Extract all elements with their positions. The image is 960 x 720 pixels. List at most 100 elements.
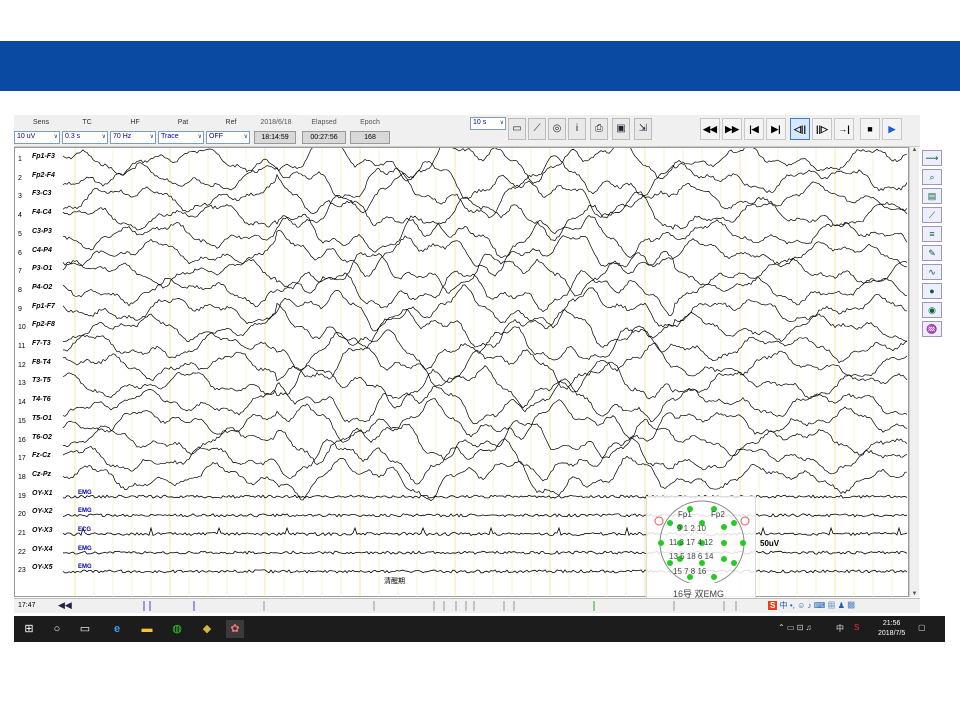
- chart-tool-icon[interactable]: ∿: [922, 264, 942, 280]
- channel-name[interactable]: T6-O2: [32, 434, 52, 441]
- electrode-dot: [721, 524, 727, 530]
- channel-name[interactable]: T4-T6: [32, 396, 51, 403]
- step-forward-button[interactable]: ||▷: [812, 118, 832, 140]
- channel-name[interactable]: Fp2-F8: [32, 321, 55, 328]
- electrode-dot: [721, 556, 727, 562]
- epoch-label: Epoch: [360, 119, 380, 126]
- channel-name[interactable]: F8-T4: [32, 359, 51, 366]
- channel-name[interactable]: Fp2-F4: [32, 172, 55, 179]
- zoom-tool-icon[interactable]: ⌕: [922, 169, 942, 185]
- tray-icons[interactable]: ⌃ ▭ ⊡ ♫: [778, 623, 812, 632]
- eeg-waveform-area[interactable]: [14, 138, 909, 598]
- montage-on-icon[interactable]: ⟋: [528, 118, 546, 140]
- go-start-button[interactable]: |◀: [744, 118, 764, 140]
- mapping-tool-icon[interactable]: ♒: [922, 321, 942, 337]
- ime-skin-icon[interactable]: ▦: [828, 601, 836, 610]
- timeline-rewind-icon[interactable]: ◀◀: [58, 600, 72, 611]
- ime-emoji-icon[interactable]: ☺: [797, 601, 805, 610]
- channel-number: 18: [18, 473, 26, 481]
- notes-tool-icon[interactable]: ✎: [922, 245, 942, 261]
- export-icon[interactable]: ⇲: [634, 118, 652, 140]
- channel-name[interactable]: F4-C4: [32, 209, 51, 216]
- pat-select[interactable]: Trace ∨: [158, 131, 204, 144]
- channel-name[interactable]: OY-X4: [32, 546, 53, 553]
- eeg-trace: [62, 155, 908, 199]
- timeline-markers: [143, 601, 737, 611]
- hf-select[interactable]: 70 Hz ∨: [110, 131, 156, 144]
- wechat-icon[interactable]: ◍: [168, 620, 186, 638]
- channel-name[interactable]: P4-O2: [32, 284, 52, 291]
- cortana-icon[interactable]: ○: [48, 620, 66, 638]
- tray-sogou-icon[interactable]: S: [854, 623, 859, 632]
- fast-rewind-button[interactable]: ◀◀: [700, 118, 720, 140]
- channel-number: 6: [18, 249, 22, 257]
- clock-time: 18:14:59: [254, 131, 296, 144]
- waveform-tool-icon[interactable]: ⟿: [922, 150, 942, 166]
- ime-user-icon[interactable]: ♟: [838, 601, 845, 610]
- channel-name[interactable]: F3-C3: [32, 190, 51, 197]
- channel-type-tag: EMG: [78, 564, 92, 571]
- channel-name[interactable]: T3-T5: [32, 377, 51, 384]
- ime-toolbar[interactable]: S 中 •, ☺ ♪ ⌨ ▦ ♟ ▩: [768, 600, 918, 615]
- channel-name[interactable]: F7-T3: [32, 340, 51, 347]
- ref-select[interactable]: OFF ∨: [206, 131, 250, 144]
- head-tool-icon[interactable]: ●: [922, 283, 942, 299]
- channel-number: 14: [18, 399, 26, 407]
- channel-name[interactable]: OY-X1: [32, 490, 53, 497]
- channel-name[interactable]: C4-P4: [32, 247, 52, 254]
- network-icon[interactable]: ◎: [548, 118, 566, 140]
- channel-name[interactable]: Fz-Cz: [32, 452, 51, 459]
- info-icon[interactable]: i: [568, 118, 586, 140]
- scroll-down-icon[interactable]: ▼: [910, 591, 919, 597]
- channel-name[interactable]: OY-X3: [32, 527, 53, 534]
- topomap-tool-icon[interactable]: ◉: [922, 302, 942, 318]
- stop-button[interactable]: ■: [860, 118, 880, 140]
- amplitude-scale-label: 50uV: [760, 539, 780, 548]
- photo-icon[interactable]: ▣: [612, 118, 630, 140]
- task-view-icon[interactable]: ▭: [76, 620, 94, 638]
- timebase-select[interactable]: 10 s ∨: [470, 117, 506, 130]
- step-back-button[interactable]: ◁||: [790, 118, 810, 140]
- channel-name[interactable]: T5-O1: [32, 415, 52, 422]
- windows-start-icon[interactable]: ⊞: [20, 620, 38, 638]
- save-icon[interactable]: ▭: [508, 118, 526, 140]
- spectrum-tool-icon[interactable]: ≡: [922, 226, 942, 242]
- tc-select[interactable]: 0.3 s ∨: [62, 131, 108, 144]
- channel-name[interactable]: OY-X2: [32, 508, 53, 515]
- channel-name[interactable]: Cz-Pz: [32, 471, 51, 478]
- play-button[interactable]: ▶: [882, 118, 902, 140]
- ime-keyboard-icon[interactable]: ⌨: [814, 601, 826, 610]
- ime-language[interactable]: 中: [780, 601, 788, 610]
- go-end-button[interactable]: ▶|: [766, 118, 786, 140]
- taskbar-clock[interactable]: 21:56 2018/7/5: [878, 619, 905, 639]
- ime-punct-icon[interactable]: •,: [790, 601, 795, 610]
- app-icon-1[interactable]: ◆: [198, 620, 216, 638]
- fp2-label: Fp2: [711, 510, 725, 519]
- channel-name[interactable]: C3-P3: [32, 228, 52, 235]
- channel-name[interactable]: P3-O1: [32, 265, 52, 272]
- ime-tools-icon[interactable]: ▩: [847, 601, 855, 610]
- measure-tool-icon[interactable]: ⟋: [922, 207, 942, 223]
- print-icon[interactable]: ⎙: [590, 118, 608, 140]
- sogou-icon[interactable]: S: [768, 601, 778, 610]
- electrode-dot: [731, 560, 737, 566]
- file-explorer-icon[interactable]: ▬: [138, 620, 156, 638]
- electrode-row-4: 15 7 8 16: [673, 567, 707, 576]
- channel-number: 4: [18, 212, 22, 220]
- vertical-scrollbar[interactable]: ▲ ▼: [909, 147, 919, 597]
- scroll-up-icon[interactable]: ▲: [910, 147, 919, 153]
- compress-button[interactable]: →|←: [834, 118, 854, 154]
- notification-icon[interactable]: ▢: [918, 623, 926, 632]
- channel-name[interactable]: Fp1-F3: [32, 153, 55, 160]
- eeg-app-icon[interactable]: ✿: [226, 620, 244, 638]
- fast-forward-button[interactable]: ▶▶: [722, 118, 742, 140]
- sens-select[interactable]: 10 uV ∨: [14, 131, 60, 144]
- ime-mic-icon[interactable]: ♪: [807, 601, 811, 610]
- channel-number: 23: [18, 567, 26, 575]
- pdf-tool-icon[interactable]: ▤: [922, 188, 942, 204]
- channel-name[interactable]: Fp1-F7: [32, 303, 55, 310]
- edge-icon[interactable]: e: [108, 620, 126, 638]
- tray-language[interactable]: 中: [836, 623, 844, 634]
- channel-number: 10: [18, 324, 26, 332]
- channel-name[interactable]: OY-X5: [32, 564, 53, 571]
